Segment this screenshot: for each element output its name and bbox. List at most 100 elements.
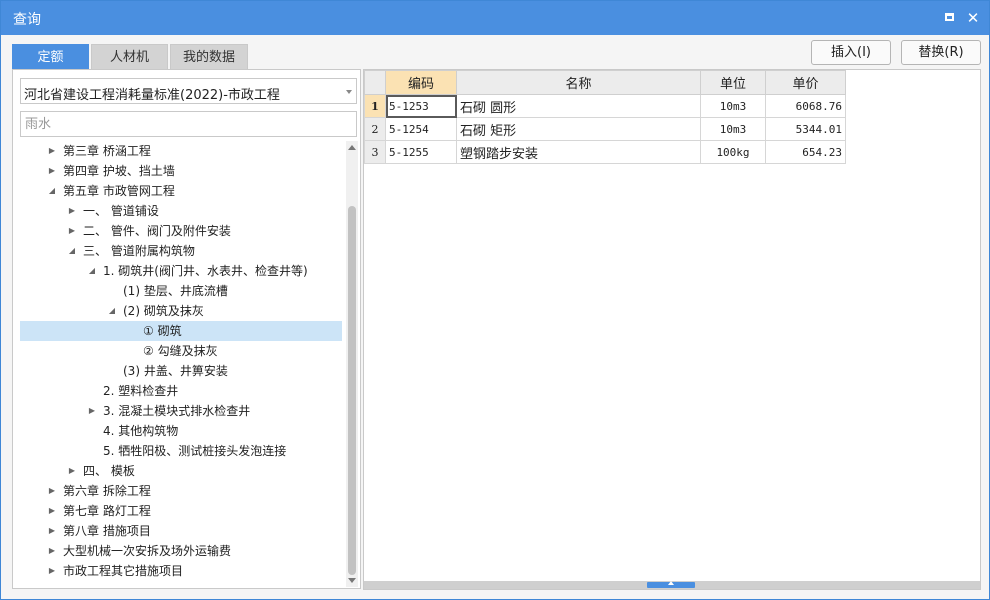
tree-node[interactable]: ▶ 大型机械一次安拆及场外运输费: [20, 541, 342, 561]
tab-quota[interactable]: 定额: [12, 44, 89, 70]
row-number: 3: [364, 140, 386, 164]
expand-arrow-icon[interactable]: ◢: [87, 261, 97, 281]
tree-node[interactable]: ▶ 第三章 桥涵工程: [20, 141, 342, 161]
cell-name[interactable]: 石砌 圆形: [456, 94, 701, 118]
tree-node[interactable]: ▶ 第七章 路灯工程: [20, 501, 342, 521]
maximize-icon[interactable]: [939, 8, 959, 28]
collapse-arrow-icon[interactable]: ▶: [67, 461, 77, 481]
cell-price[interactable]: 654.23: [765, 140, 846, 164]
collapse-arrow-icon[interactable]: ▶: [87, 401, 97, 421]
scrollbar-thumb[interactable]: [348, 206, 356, 575]
tree-node-label: 大型机械一次安拆及场外运输费: [63, 544, 232, 558]
tree-node[interactable]: 5. 牺牲阳极、测试桩接头发泡连接: [20, 441, 342, 461]
tree-node-label: ② 勾缝及抹灰: [143, 344, 218, 358]
expand-arrow-icon[interactable]: ◢: [67, 241, 77, 261]
tree-node-label: 4. 其他构筑物: [103, 424, 179, 438]
tree-node[interactable]: (3) 井盖、井箅安装: [20, 361, 342, 381]
tree-node[interactable]: ▶ 第四章 护坡、挡土墙: [20, 161, 342, 181]
title-bar[interactable]: 查询 ✕: [1, 1, 989, 35]
tree-node-label: 市政工程其它措施项目: [63, 564, 184, 578]
row-number-header: [364, 70, 386, 95]
tree-node-label: 三、 管道附属构筑物: [83, 244, 195, 258]
tree-node-label: 第五章 市政管网工程: [63, 184, 175, 198]
tree-node[interactable]: ◢ 三、 管道附属构筑物: [20, 241, 342, 261]
cell-code[interactable]: 5-1253: [385, 94, 457, 118]
expand-arrow-icon[interactable]: ◢: [107, 301, 117, 321]
collapse-arrow-icon[interactable]: ▶: [47, 141, 57, 161]
cell-name[interactable]: 塑钢踏步安装: [456, 140, 701, 164]
tree-node[interactable]: ▶ 第六章 拆除工程: [20, 481, 342, 501]
tree-node-label: 第七章 路灯工程: [63, 504, 151, 518]
cell-unit[interactable]: 10m3: [700, 117, 766, 141]
column-header-code[interactable]: 编码: [385, 70, 457, 95]
horizontal-scrollbar[interactable]: [364, 581, 980, 589]
tree-node-label: 3. 混凝土模块式排水检查井: [103, 404, 251, 418]
tree-node[interactable]: ◢ 第五章 市政管网工程: [20, 181, 342, 201]
table-row[interactable]: 3 5-1255 塑钢踏步安装 100kg 654.23: [364, 140, 846, 164]
tree-node[interactable]: ▶ 四、 模板: [20, 461, 342, 481]
tree-node-label: 二、 管件、阀门及附件安装: [83, 224, 231, 238]
tree-node[interactable]: ① 砌筑: [20, 321, 342, 341]
collapse-arrow-icon[interactable]: ▶: [47, 501, 57, 521]
tree-node-label: (3) 井盖、井箅安装: [123, 364, 228, 378]
tree-node[interactable]: ② 勾缝及抹灰: [20, 341, 342, 361]
tree-node-label: 第六章 拆除工程: [63, 484, 151, 498]
row-number: 2: [364, 117, 386, 141]
tree-node[interactable]: ▶ 3. 混凝土模块式排水检查井: [20, 401, 342, 421]
collapse-arrow-icon[interactable]: ▶: [47, 541, 57, 561]
table-header-row: 编码 名称 单位 单价: [364, 70, 846, 95]
scroll-down-icon[interactable]: [348, 578, 356, 583]
collapse-arrow-icon[interactable]: ▶: [47, 561, 57, 581]
search-input[interactable]: [20, 111, 357, 137]
tree-node-label: 5. 牺牲阳极、测试桩接头发泡连接: [103, 444, 287, 458]
collapse-handle[interactable]: [647, 581, 695, 588]
cell-code[interactable]: 5-1255: [385, 140, 457, 164]
column-header-name[interactable]: 名称: [456, 70, 701, 95]
collapse-arrow-icon[interactable]: ▶: [67, 201, 77, 221]
row-number: 1: [364, 94, 386, 118]
table-row[interactable]: 2 5-1254 石砌 矩形 10m3 5344.01: [364, 117, 846, 141]
expand-arrow-icon[interactable]: ◢: [47, 181, 57, 201]
chevron-up-icon: [668, 581, 674, 585]
column-header-unit[interactable]: 单位: [700, 70, 766, 95]
collapse-arrow-icon[interactable]: ▶: [47, 521, 57, 541]
tab-labor-material-machine[interactable]: 人材机: [91, 44, 168, 70]
tree-node-label: 2. 塑料检查井: [103, 384, 179, 398]
tree-node-label: 一、 管道铺设: [83, 204, 159, 218]
collapse-arrow-icon[interactable]: ▶: [47, 481, 57, 501]
tree-scrollbar[interactable]: [346, 141, 358, 587]
replace-button[interactable]: 替换(R): [901, 40, 981, 65]
tree-node-label: (2) 砌筑及抹灰: [123, 304, 204, 318]
tree-node-label: 四、 模板: [83, 464, 135, 478]
tree-node[interactable]: ◢ 1. 砌筑井(阀门井、水表井、检查井等): [20, 261, 342, 281]
chapter-tree: ▶ 第三章 桥涵工程 ▶ 第四章 护坡、挡土墙 ◢ 第五章 市政管网工程 ▶ 一、 管道铺设 ▶…: [20, 141, 342, 587]
tree-node[interactable]: ▶ 第八章 措施项目: [20, 521, 342, 541]
cell-name[interactable]: 石砌 矩形: [456, 117, 701, 141]
collapse-arrow-icon[interactable]: ▶: [47, 161, 57, 181]
cell-price[interactable]: 6068.76: [765, 94, 846, 118]
tree-node[interactable]: 4. 其他构筑物: [20, 421, 342, 441]
cell-price[interactable]: 5344.01: [765, 117, 846, 141]
cell-unit[interactable]: 100kg: [700, 140, 766, 164]
close-icon[interactable]: ✕: [963, 8, 983, 28]
tree-node[interactable]: ▶ 市政工程其它措施项目: [20, 561, 342, 581]
insert-button[interactable]: 插入(I): [811, 40, 891, 65]
tree-node[interactable]: 2. 塑料检查井: [20, 381, 342, 401]
library-select[interactable]: 河北省建设工程消耗量标准(2022)-市政工程: [20, 78, 357, 104]
column-header-price[interactable]: 单价: [765, 70, 846, 95]
cell-unit[interactable]: 10m3: [700, 94, 766, 118]
collapse-arrow-icon[interactable]: ▶: [67, 221, 77, 241]
tree-node[interactable]: ◢ (2) 砌筑及抹灰: [20, 301, 342, 321]
cell-code[interactable]: 5-1254: [385, 117, 457, 141]
scroll-up-icon[interactable]: [348, 145, 356, 150]
tree-node[interactable]: ▶ 二、 管件、阀门及附件安装: [20, 221, 342, 241]
tree-node-label: 第四章 护坡、挡土墙: [63, 164, 175, 178]
library-panel: 河北省建设工程消耗量标准(2022)-市政工程 ▶ 第三章 桥涵工程 ▶ 第四章 护坡…: [12, 69, 361, 589]
results-table: 编码 名称 单位 单价 1 5-1253 石砌 圆形 10m3 6068.76 …: [364, 70, 846, 164]
tree-node[interactable]: ▶ 一、 管道铺设: [20, 201, 342, 221]
table-row[interactable]: 1 5-1253 石砌 圆形 10m3 6068.76: [364, 94, 846, 118]
results-panel: 编码 名称 单位 单价 1 5-1253 石砌 圆形 10m3 6068.76 …: [363, 69, 981, 590]
chevron-down-icon[interactable]: [346, 90, 352, 94]
tab-my-data[interactable]: 我的数据: [170, 44, 248, 70]
tree-node[interactable]: (1) 垫层、井底流槽: [20, 281, 342, 301]
